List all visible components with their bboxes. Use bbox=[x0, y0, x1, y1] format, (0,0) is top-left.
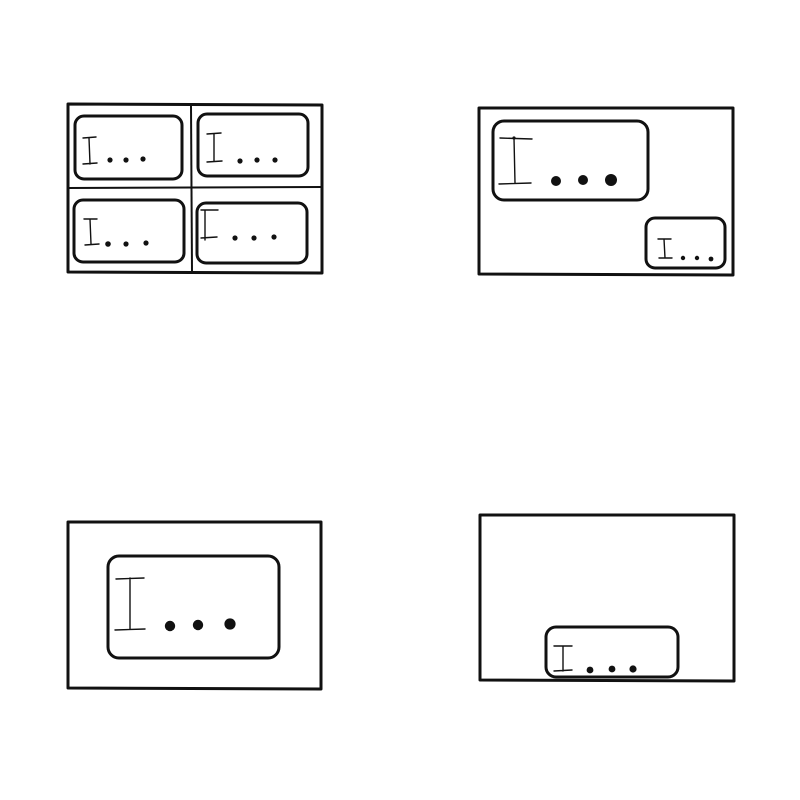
diagram-svg bbox=[66, 102, 736, 691]
diagram-canvas bbox=[0, 0, 800, 800]
text-box bbox=[491, 119, 650, 202]
text-box bbox=[195, 201, 309, 265]
horizontal-divider bbox=[67, 186, 323, 189]
panel-single-bottom bbox=[478, 513, 736, 683]
text-box bbox=[73, 114, 184, 181]
text-box bbox=[644, 216, 727, 270]
text-box bbox=[72, 198, 186, 264]
text-box bbox=[196, 112, 310, 178]
text-box bbox=[544, 625, 680, 679]
panel-large-and-small bbox=[477, 106, 735, 277]
text-box bbox=[106, 554, 281, 660]
panel-single-centered bbox=[66, 520, 323, 691]
panel-quad-split bbox=[66, 102, 324, 275]
